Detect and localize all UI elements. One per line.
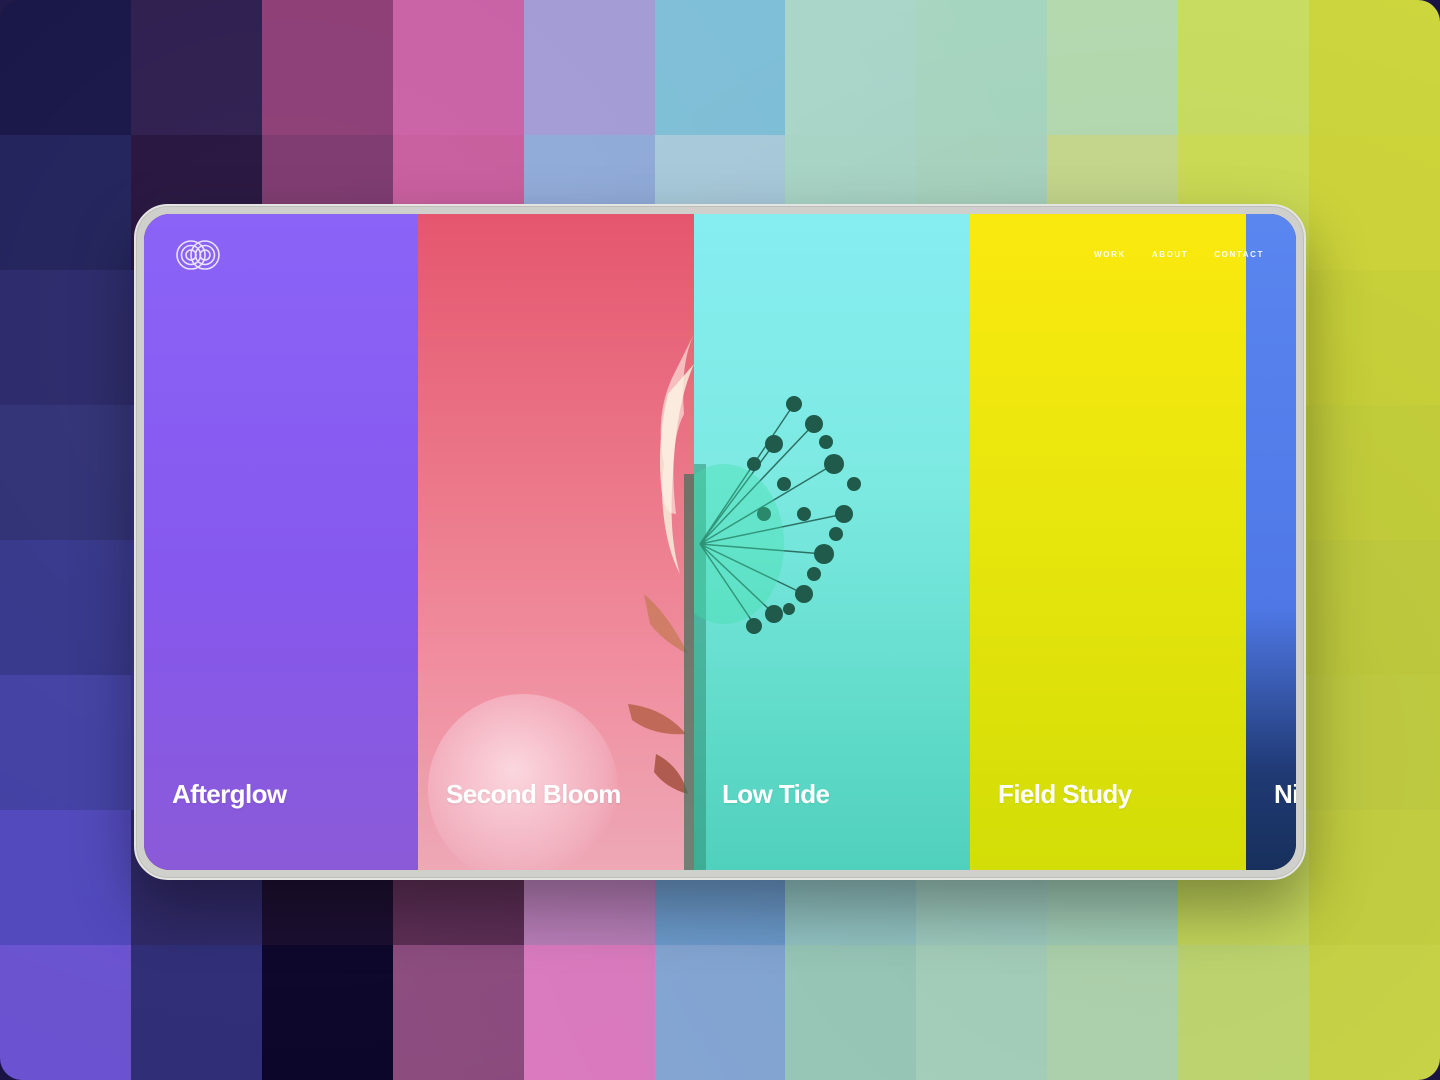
mosaic-tile	[916, 945, 1048, 1080]
nav-link-work[interactable]: WORK	[1094, 250, 1126, 259]
mosaic-tile	[1309, 405, 1440, 540]
intertwined-loops-logo-icon[interactable]	[174, 238, 222, 272]
mosaic-tile	[0, 810, 131, 945]
mosaic-tile	[1309, 270, 1440, 405]
project-panel-low-tide[interactable]: Low Tide	[694, 214, 970, 870]
mosaic-tile	[1047, 945, 1179, 1080]
flower-cluster-image	[694, 396, 861, 870]
flower-stem-image	[628, 334, 694, 870]
project-panel-partial[interactable]: Ni	[1246, 214, 1296, 870]
mosaic-tile	[1178, 945, 1310, 1080]
mosaic-tile	[1309, 135, 1440, 270]
mosaic-tile	[785, 0, 917, 135]
mosaic-tile	[261, 945, 393, 1080]
mosaic-tile	[0, 135, 131, 270]
project-title[interactable]: Low Tide	[722, 779, 830, 810]
mosaic-tile	[0, 945, 131, 1080]
project-title[interactable]: Field Study	[998, 779, 1132, 810]
website-screen: Afterglow Second Bloom Low Tide Field St…	[144, 214, 1296, 870]
mosaic-tile	[1309, 810, 1440, 945]
project-panel-afterglow[interactable]: Afterglow	[144, 214, 418, 870]
mosaic-tile	[523, 0, 655, 135]
mosaic-tile	[261, 0, 393, 135]
mosaic-tile	[0, 405, 131, 540]
mosaic-tile	[1309, 0, 1440, 135]
site-nav: WORK ABOUT CONTACT	[1094, 250, 1264, 259]
project-title[interactable]: Ni	[1274, 779, 1296, 810]
mosaic-tile	[0, 0, 131, 135]
mosaic-tile	[785, 945, 917, 1080]
nav-link-contact[interactable]: CONTACT	[1214, 250, 1264, 259]
mosaic-tile	[130, 945, 262, 1080]
project-panel-second-bloom[interactable]: Second Bloom	[418, 214, 694, 870]
mosaic-tile	[0, 270, 131, 405]
mosaic-tile	[0, 675, 131, 810]
mosaic-tile	[654, 0, 786, 135]
mosaic-tile	[1309, 945, 1440, 1080]
project-title[interactable]: Second Bloom	[446, 779, 621, 810]
mosaic-tile	[1309, 540, 1440, 675]
mosaic-tile	[916, 0, 1048, 135]
mosaic-tile	[1178, 0, 1310, 135]
project-title[interactable]: Afterglow	[172, 779, 287, 810]
mosaic-tile	[130, 0, 262, 135]
mosaic-tile	[0, 540, 131, 675]
mosaic-tile	[392, 0, 524, 135]
mosaic-tile	[392, 945, 524, 1080]
browser-window-frame: Afterglow Second Bloom Low Tide Field St…	[134, 204, 1306, 880]
project-panel-field-study[interactable]: Field Study	[970, 214, 1246, 870]
mosaic-tile	[1047, 0, 1179, 135]
mosaic-tile	[654, 945, 786, 1080]
mosaic-tile	[523, 945, 655, 1080]
nav-link-about[interactable]: ABOUT	[1152, 250, 1188, 259]
mosaic-tile	[1309, 675, 1440, 810]
